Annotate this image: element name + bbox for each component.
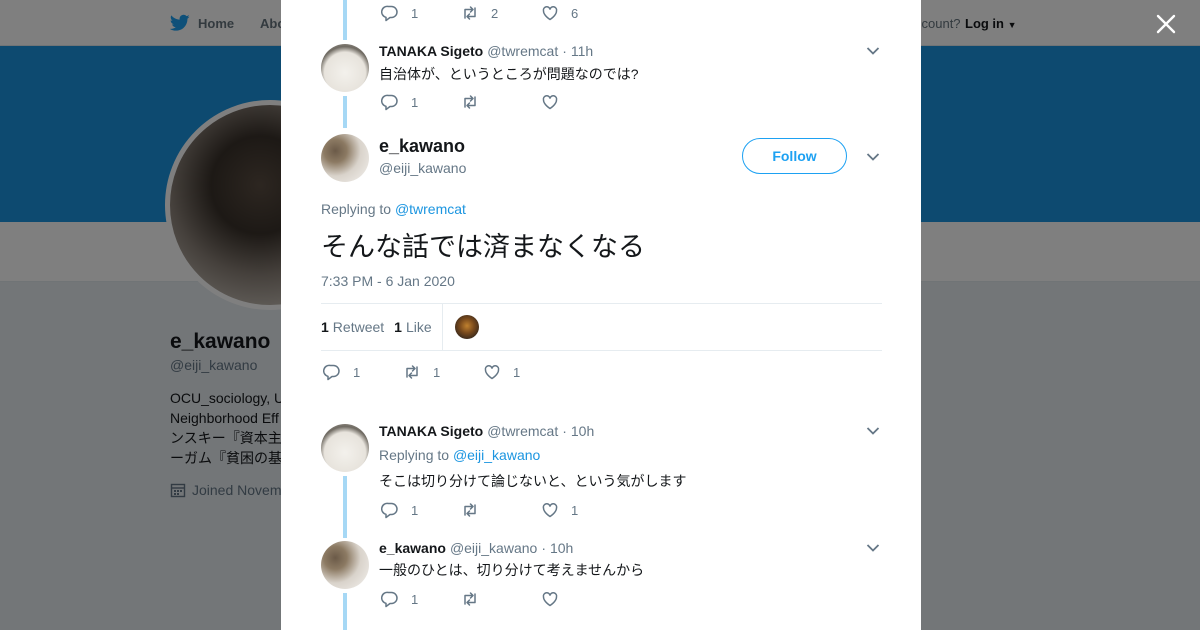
retweet-button[interactable] [461, 590, 541, 608]
tweet-actions: 1 [381, 590, 621, 608]
replying-to: Replying to @eiji_kawano [379, 447, 540, 463]
retweet-count: 2 [491, 5, 499, 21]
retweets-count: 1 [321, 319, 329, 335]
like-count: 1 [513, 364, 521, 380]
tweet-header: e_kawano @eiji_kawano · 10h [379, 540, 573, 556]
tweet-actions: 1 1 [381, 501, 621, 519]
retweet-button[interactable] [461, 501, 541, 519]
reply-count: 1 [411, 502, 419, 518]
like-count: 6 [571, 5, 579, 21]
replying-to: Replying to @twremcat [321, 201, 466, 217]
close-icon[interactable] [1155, 13, 1177, 35]
avatar[interactable] [321, 541, 369, 589]
reply-icon [323, 364, 340, 381]
tweet-timestamp[interactable]: 7:33 PM - 6 Jan 2020 [321, 273, 455, 289]
reply-button[interactable]: 1 [381, 590, 461, 608]
tweet-time[interactable]: 10h [571, 423, 594, 439]
separator: · [541, 540, 546, 556]
reply-icon [381, 94, 398, 111]
reply-icon [381, 591, 398, 608]
like-button[interactable] [541, 590, 621, 608]
tweet-stats: 1 Retweet 1 Like [321, 303, 882, 351]
like-icon [484, 364, 500, 380]
replying-prefix: Replying to [379, 447, 450, 463]
retweet-icon [464, 6, 476, 20]
tweet-actions: 1 2 6 [381, 4, 621, 22]
retweet-button[interactable] [461, 93, 541, 111]
like-icon [542, 502, 558, 518]
tweet-text: 一般のひとは、切り分けて考えませんから [379, 562, 645, 578]
like-button[interactable]: 6 [541, 4, 621, 22]
tweet-text: そこは切り分けて論じないと、という気がします [379, 473, 687, 489]
tweet-header: TANAKA Sigeto @twremcat · 10h [379, 423, 594, 439]
retweets-stat[interactable]: 1 Retweet [321, 319, 384, 335]
thread-line [343, 476, 347, 538]
tweet-header: TANAKA Sigeto @twremcat · 11h [379, 43, 593, 59]
reply-button[interactable]: 1 [381, 93, 461, 111]
thread-line [343, 0, 347, 40]
replying-to-link[interactable]: @eiji_kawano [453, 447, 540, 463]
chevron-down-icon[interactable] [866, 46, 880, 56]
tweet-actions: 1 [381, 93, 621, 111]
reply-button[interactable]: 1 [381, 501, 461, 519]
author-handle[interactable]: @eiji_kawano [379, 160, 466, 176]
author-name[interactable]: TANAKA Sigeto [379, 423, 483, 439]
retweet-button[interactable]: 2 [461, 4, 541, 22]
reply-count: 1 [411, 94, 419, 110]
like-button[interactable]: 1 [541, 501, 621, 519]
tweet-text: 自治体が、というところが問題なのでは? [379, 66, 639, 82]
retweets-label: Retweet [332, 319, 385, 335]
divider [441, 303, 443, 351]
tweet-modal: 1 2 6 TANAKA Sigeto @twremcat · 11h 自治体が… [281, 0, 921, 630]
retweet-icon [464, 503, 476, 517]
reply-count: 1 [353, 364, 361, 380]
retweet-button[interactable]: 1 [403, 363, 483, 381]
chevron-down-icon[interactable] [866, 543, 880, 553]
author-handle[interactable]: @twremcat [487, 43, 558, 59]
like-button[interactable]: 1 [483, 363, 563, 381]
replying-prefix: Replying to [321, 201, 392, 217]
tweet-text: そんな話では済まなくなる [321, 232, 645, 263]
like-button[interactable] [541, 93, 621, 111]
retweet-icon [464, 592, 476, 606]
like-icon [542, 5, 558, 21]
tweet-time[interactable]: 11h [571, 43, 593, 59]
reply-count: 1 [411, 591, 419, 607]
retweet-icon [464, 95, 476, 109]
like-count: 1 [571, 502, 579, 518]
retweet-icon [406, 365, 418, 379]
tweet-actions: 1 1 1 [323, 363, 563, 381]
chevron-down-icon[interactable] [866, 152, 880, 162]
reply-count: 1 [411, 5, 419, 21]
separator: · [562, 43, 567, 59]
like-icon [542, 591, 558, 607]
liker-avatar[interactable] [454, 315, 479, 339]
follow-button[interactable]: Follow [742, 138, 847, 174]
avatar[interactable] [321, 424, 369, 472]
author-name[interactable]: e_kawano [379, 136, 465, 157]
likes-count: 1 [394, 319, 402, 335]
reply-icon [381, 502, 398, 519]
likes-label: Like [405, 319, 432, 335]
author-handle[interactable]: @eiji_kawano [450, 540, 537, 556]
avatar[interactable] [321, 44, 369, 92]
separator: · [562, 423, 567, 439]
chevron-down-icon[interactable] [866, 426, 880, 436]
likes-stat[interactable]: 1 Like [394, 319, 431, 335]
reply-button[interactable]: 1 [323, 363, 403, 381]
like-icon [542, 94, 558, 110]
author-name[interactable]: TANAKA Sigeto [379, 43, 483, 59]
reply-button[interactable]: 1 [381, 4, 461, 22]
thread-line [343, 96, 347, 128]
replying-to-link[interactable]: @twremcat [395, 201, 466, 217]
author-handle[interactable]: @twremcat [487, 423, 558, 439]
author-name[interactable]: e_kawano [379, 540, 446, 556]
thread-line [343, 593, 347, 630]
retweet-count: 1 [433, 364, 441, 380]
avatar[interactable] [321, 134, 369, 182]
reply-icon [381, 5, 398, 22]
tweet-time[interactable]: 10h [550, 540, 573, 556]
